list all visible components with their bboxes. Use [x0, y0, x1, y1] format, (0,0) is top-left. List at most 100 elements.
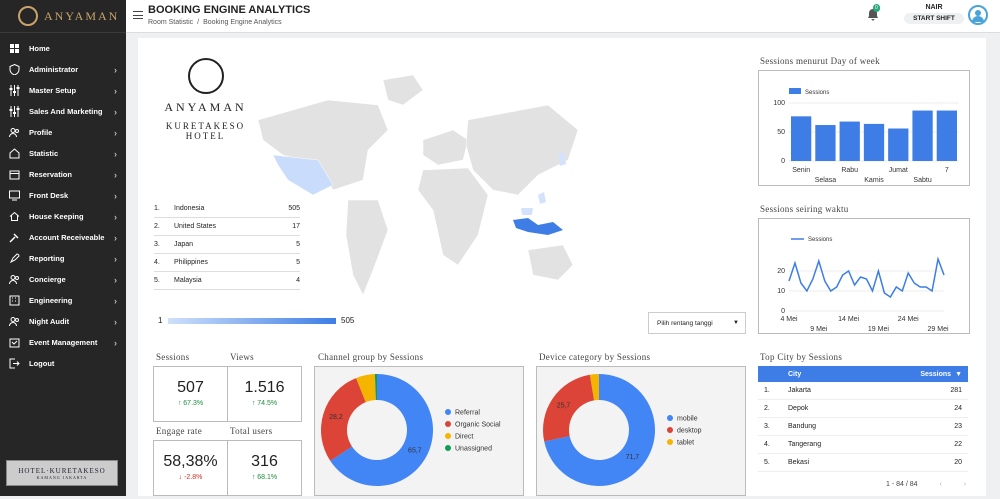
grid-icon — [8, 42, 21, 55]
users-icon — [8, 315, 21, 328]
sidebar-menu: Home Administrator › Master Setup › Sales And… — [0, 33, 126, 374]
legend-dot — [667, 427, 673, 433]
sidebar-item-concierge[interactable]: Concierge › — [0, 269, 126, 290]
sidebar-item-label: Night Audit — [29, 317, 70, 326]
city-column-header[interactable]: City — [764, 371, 920, 378]
engage-rate-title: Engage rate — [156, 426, 203, 436]
sidebar-item-logout[interactable]: Logout — [0, 353, 126, 374]
map-scale-min: 1 — [158, 316, 163, 325]
sort-down-icon[interactable]: ▼ — [955, 371, 962, 378]
sidebar-item-sales-and-marketing[interactable]: Sales And Marketing › — [0, 101, 126, 122]
sidebar-item-master-setup[interactable]: Master Setup › — [0, 80, 126, 101]
chevron-right-icon: › — [114, 274, 117, 285]
table-row[interactable]: 4. Philippines 5 — [154, 254, 300, 272]
legend-label: mobile — [677, 416, 698, 423]
start-shift-button[interactable]: START SHIFT — [904, 13, 964, 24]
map-color-scale — [168, 318, 336, 324]
date-range-picker[interactable]: Pilih rentang tanggi ▼ — [648, 312, 746, 334]
users-icon — [8, 126, 21, 139]
chevron-right-icon: › — [114, 169, 117, 180]
map-malaysia — [521, 208, 533, 215]
bar — [791, 116, 812, 161]
dow-chart-panel[interactable]: Sessions 100 50 0 Senin Rabu Jumat 7 Selasa Kamis… — [758, 70, 970, 186]
total-users-scorecard[interactable]: 316 ↑ 68.1% — [227, 440, 302, 496]
views-scorecard[interactable]: 1.516 ↑ 74.5% — [227, 366, 302, 422]
sessions-scorecard[interactable]: 507 ↑ 67.3% — [153, 366, 228, 422]
chevron-right-icon: › — [114, 316, 117, 327]
row-sessions: 4 — [296, 277, 300, 284]
sidebar-item-label: Profile — [29, 128, 53, 137]
notification-count-badge: 0 — [873, 4, 880, 12]
sidebar-item-account-receiveable[interactable]: Account Receiveable › — [0, 227, 126, 248]
x-tick-label: 9 Mei — [810, 326, 828, 332]
country-table: 1. Indonesia 505 2. United States 17 3. Japan 5 4… — [154, 200, 300, 290]
house-icon — [8, 210, 21, 223]
engage-rate-scorecard[interactable]: 58,38% ↓ -2.8% — [153, 440, 228, 496]
report-canvas: ANYAMAN KURETAKESO HOTEL 1. Indonesia 505 2… — [138, 38, 986, 496]
pager-label: 1 - 84 / 84 — [886, 481, 918, 488]
time-chart-panel[interactable]: Sessions 20 10 0 4 Mei 14 Mei 24 Mei 9 Mei 19 Me… — [758, 218, 970, 334]
table-row[interactable]: 5. Bekasi 20 — [758, 454, 968, 472]
legend-label: Referral — [455, 410, 480, 417]
row-rank: 2. — [154, 223, 160, 230]
row-rank: 1. — [764, 387, 770, 394]
table-row[interactable]: 2. United States 17 — [154, 218, 300, 236]
table-row[interactable]: 2. Depok 24 — [758, 400, 968, 418]
y-tick-label: 50 — [777, 129, 785, 136]
user-avatar-icon[interactable] — [968, 5, 988, 25]
bar — [863, 123, 885, 161]
sidebar-item-night-audit[interactable]: Night Audit › — [0, 311, 126, 332]
sessions-column-header[interactable]: Sessions — [920, 371, 951, 378]
breadcrumb-room-statistic[interactable]: Room Statistic — [148, 19, 193, 26]
notification-bell-icon[interactable]: 0 — [866, 4, 880, 22]
legend-label: Sessions — [808, 237, 832, 243]
sidebar-item-event-management[interactable]: Event Management › — [0, 332, 126, 353]
channel-chart-panel[interactable]: 65,7 28,2 Referral Organic Social Direct Unas… — [314, 366, 524, 496]
brand-logo[interactable]: ANYAMAN — [0, 0, 126, 33]
slice-label: 25,7 — [557, 403, 571, 410]
sidebar-item-front-desk[interactable]: Front Desk › — [0, 185, 126, 206]
sidebar-item-profile[interactable]: Profile › — [0, 122, 126, 143]
knot-logo-icon — [187, 58, 224, 94]
table-row[interactable]: 3. Japan 5 — [154, 236, 300, 254]
device-chart-panel[interactable]: 71,7 25,7 mobile desktop tablet — [536, 366, 746, 496]
sidebar-item-reporting[interactable]: Reporting › — [0, 248, 126, 269]
sessions-value: 507 — [177, 379, 204, 396]
next-page-icon[interactable]: › — [964, 481, 966, 488]
knot-logo-icon — [18, 6, 38, 26]
legend-dot — [445, 409, 451, 415]
prev-page-icon[interactable]: ‹ — [939, 481, 941, 488]
table-row[interactable]: 5. Malaysia 4 — [154, 272, 300, 290]
x-tick-label: 29 Mei — [928, 326, 949, 332]
chevron-right-icon: › — [114, 232, 117, 243]
sidebar-item-label: Home — [29, 44, 50, 53]
slice-label: 28,2 — [329, 414, 343, 421]
table-row[interactable]: 3. Bandung 23 — [758, 418, 968, 436]
x-tick-label: Kamis — [864, 177, 884, 184]
table-row[interactable]: 1. Indonesia 505 — [154, 200, 300, 218]
sidebar-item-home[interactable]: Home — [0, 38, 126, 59]
row-country: United States — [174, 223, 217, 230]
city-table-header[interactable]: City Sessions ▼ — [758, 366, 968, 382]
row-sessions: 281 — [950, 387, 962, 394]
x-tick-label: 24 Mei — [898, 316, 919, 323]
legend-label: Sessions — [805, 90, 829, 96]
sidebar-item-reservation[interactable]: Reservation › — [0, 164, 126, 185]
donut-slice — [321, 378, 366, 461]
x-tick-label: Sabtu — [913, 177, 931, 184]
hamburger-menu-icon[interactable] — [133, 11, 143, 19]
row-sessions: 20 — [954, 459, 962, 466]
row-rank: 4. — [154, 259, 160, 266]
row-city: Jakarta — [788, 387, 811, 394]
chevron-right-icon: › — [114, 106, 117, 117]
chevron-right-icon: › — [114, 295, 117, 306]
sidebar-item-administrator[interactable]: Administrator › — [0, 59, 126, 80]
sidebar-item-house-keeping[interactable]: House Keeping › — [0, 206, 126, 227]
table-row[interactable]: 4. Tangerang 22 — [758, 436, 968, 454]
table-row[interactable]: 1. Jakarta 281 — [758, 382, 968, 400]
legend-label: tablet — [677, 440, 694, 447]
monitor-icon — [8, 189, 21, 202]
map-greenland — [382, 74, 424, 106]
sidebar-item-engineering[interactable]: Engineering › — [0, 290, 126, 311]
sidebar-item-statistic[interactable]: Statistic › — [0, 143, 126, 164]
